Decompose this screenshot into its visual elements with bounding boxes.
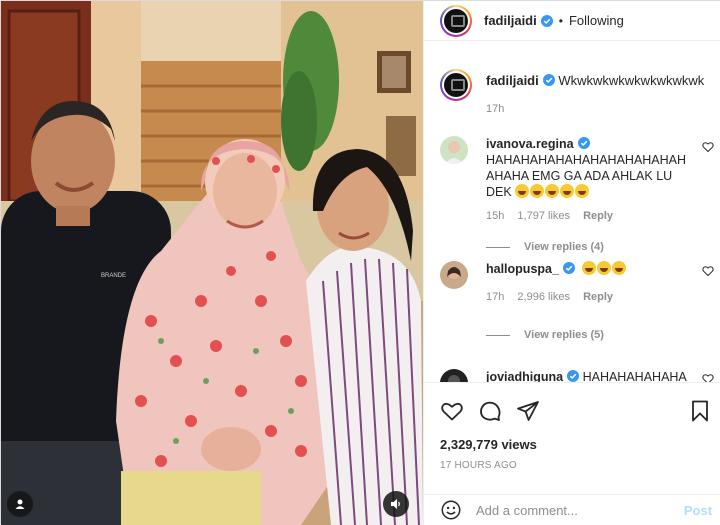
follow-status-button[interactable]: Following <box>569 13 624 28</box>
separator-dot: • <box>558 13 563 28</box>
add-comment-input[interactable] <box>476 502 666 518</box>
view-count[interactable]: 2,329,779 views <box>440 437 537 452</box>
caption-author-avatar[interactable] <box>440 69 472 101</box>
caption-author-username[interactable]: fadiljaidi <box>486 73 539 88</box>
author-avatar[interactable] <box>440 4 472 37</box>
comment-time[interactable]: 17h <box>486 291 504 303</box>
comment-likes[interactable]: 1,797 likes <box>517 210 570 222</box>
comment-meta: 15h 1,797 likes Reply <box>486 210 623 222</box>
comment-item: ivanova.regina HAHAHAHAHAHAHAHAHAHAHAH A… <box>424 127 720 253</box>
post-timestamp[interactable]: 17 HOURS AGO <box>440 460 517 471</box>
commenter-avatar[interactable] <box>440 369 468 382</box>
post-actions: 2,329,779 views 17 HOURS AGO <box>424 382 720 494</box>
svg-text:BRANDE: BRANDE <box>101 273 126 279</box>
reply-button[interactable]: Reply <box>583 210 613 222</box>
comment-time[interactable]: 15h <box>486 210 504 222</box>
laughing-emoji-icon <box>575 184 590 198</box>
caption-time: 17h <box>486 103 505 115</box>
comment-composer: Post <box>424 494 720 525</box>
laughing-emoji-icon <box>597 261 612 275</box>
laughing-emoji-icon <box>582 261 597 275</box>
like-comment-heart-icon[interactable] <box>702 141 714 153</box>
verified-badge-icon <box>542 74 555 86</box>
comment-item: hallopuspa_ 17h 2,996 likes Reply View r… <box>424 251 720 363</box>
post-side-panel: fadiljaidi • Following fadiljaidi Wkwkwk… <box>423 1 720 525</box>
commenter-username[interactable]: joviadhiguna <box>486 370 563 382</box>
comment-meta: 17h 2,996 likes Reply <box>486 291 623 303</box>
emoji-row <box>582 261 627 276</box>
comments-list[interactable]: fadiljaidi Wkwkwkwkwkwkwkwkwk 17h ivanov… <box>424 57 720 382</box>
commenter-avatar[interactable] <box>440 136 468 164</box>
verified-badge-icon <box>540 14 553 27</box>
verified-badge-icon <box>562 262 575 274</box>
emoji-icon[interactable] <box>440 499 462 521</box>
laughing-emoji-icon <box>530 184 545 198</box>
author-username[interactable]: fadiljaidi <box>484 13 537 28</box>
commenter-username[interactable]: hallopuspa_ <box>486 262 559 276</box>
reply-button[interactable]: Reply <box>583 291 613 303</box>
post-header: fadiljaidi • Following <box>424 1 720 41</box>
bookmark-icon[interactable] <box>688 399 712 423</box>
like-comment-heart-icon[interactable] <box>702 373 714 382</box>
comment-item: joviadhiguna HAHAHAHAHAHA <box>424 363 720 382</box>
comment-text: HAHAHAHAHAHA <box>582 370 687 382</box>
instagram-post-modal: BRANDE fadiljaidi • Following fadiljaidi… <box>0 0 720 525</box>
photo-illustration: BRANDE <box>1 1 423 525</box>
view-replies-button[interactable]: View replies (5) <box>486 329 604 341</box>
user-tag-icon[interactable] <box>7 491 33 517</box>
sound-icon[interactable] <box>383 491 409 517</box>
commenter-username[interactable]: ivanova.regina <box>486 137 574 151</box>
comment-likes[interactable]: 2,996 likes <box>517 291 570 303</box>
emoji-row <box>515 184 590 199</box>
heart-icon[interactable] <box>440 399 464 423</box>
verified-badge-icon <box>577 137 590 149</box>
laughing-emoji-icon <box>612 261 627 275</box>
laughing-emoji-icon <box>545 184 560 198</box>
view-replies-label[interactable]: View replies (5) <box>524 329 604 341</box>
commenter-avatar[interactable] <box>440 261 468 289</box>
post-photo[interactable]: BRANDE <box>1 1 423 525</box>
like-comment-heart-icon[interactable] <box>702 265 714 277</box>
post-comment-button[interactable]: Post <box>684 503 712 518</box>
share-icon[interactable] <box>516 399 540 423</box>
laughing-emoji-icon <box>515 184 530 198</box>
caption-text: Wkwkwkwkwkwkwkwkwk <box>558 73 705 88</box>
verified-badge-icon <box>567 370 580 382</box>
post-caption: fadiljaidi Wkwkwkwkwkwkwkwkwk 17h <box>424 57 720 127</box>
comment-icon[interactable] <box>478 399 502 423</box>
laughing-emoji-icon <box>560 184 575 198</box>
